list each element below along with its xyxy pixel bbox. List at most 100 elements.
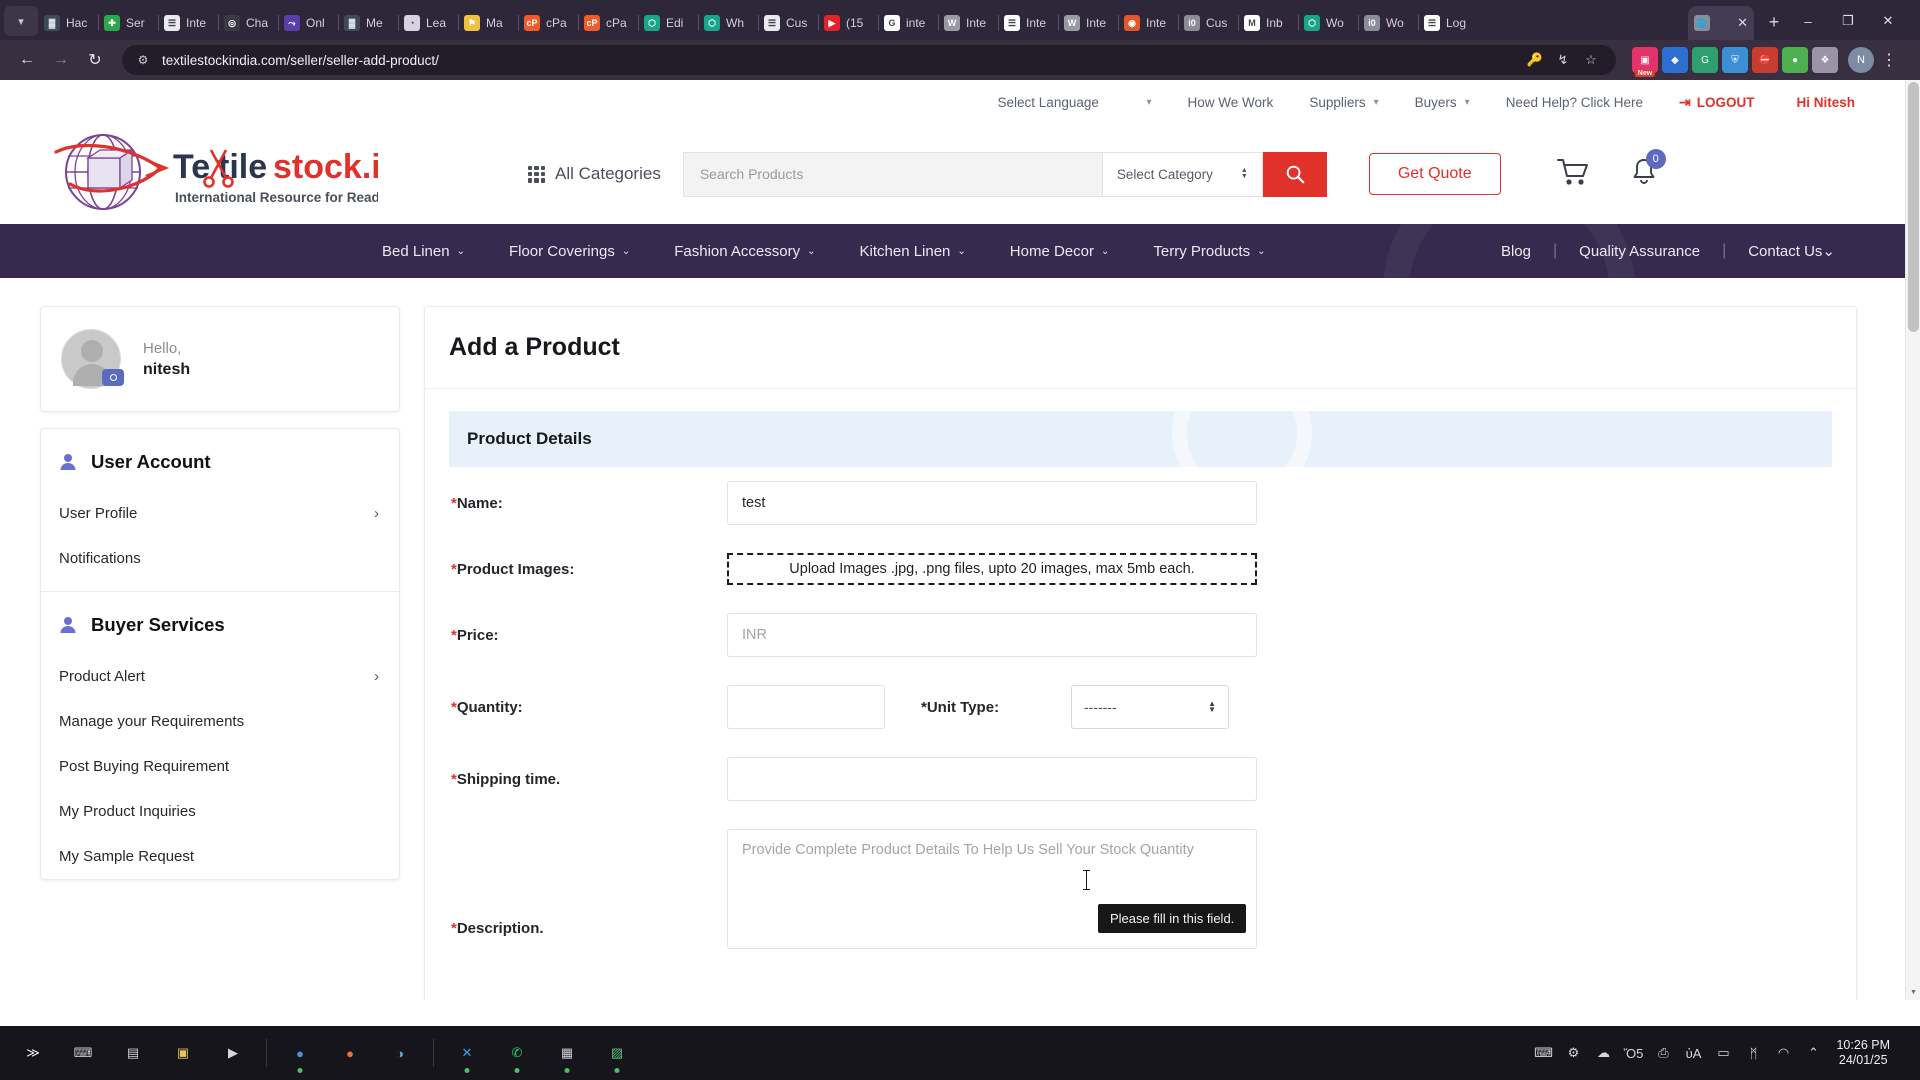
unit-type-select[interactable]: ------- ▲ ▼ — [1071, 685, 1229, 729]
browser-tab[interactable]: ◎ Cha — [218, 6, 278, 40]
logout-button[interactable]: ⇥ LOGOUT — [1661, 94, 1772, 111]
nav-cat-home-decor[interactable]: Home Decor ⌄ — [988, 243, 1132, 260]
site-settings-icon[interactable]: ⚙ — [134, 51, 152, 69]
browser-tab[interactable]: ▓ Hac — [38, 6, 98, 40]
browser-tab[interactable]: ἱ0 Cus — [1178, 6, 1238, 40]
sidebar-item-product-alert[interactable]: Product Alert › — [41, 654, 399, 699]
terminal[interactable]: ▶ — [211, 1031, 255, 1075]
browser-tab[interactable]: ☰ Cus — [758, 6, 818, 40]
nav-suppliers[interactable]: Suppliers ▾ — [1291, 95, 1396, 110]
firefox-browser[interactable]: ● — [328, 1031, 372, 1075]
url-input[interactable]: ⚙ textilestockindia.com/seller/seller-ad… — [122, 45, 1616, 75]
app-folder[interactable]: ▤ — [111, 1031, 155, 1075]
wifi-icon[interactable]: ◠ — [1768, 1038, 1798, 1068]
start-button[interactable]: ≫ — [11, 1031, 55, 1075]
cart-icon[interactable] — [1556, 158, 1589, 191]
puzzle-extension-icon[interactable]: ❖ — [1812, 47, 1838, 73]
all-categories-button[interactable]: All Categories — [528, 164, 661, 184]
cloud-icon[interactable]: ☁ — [1588, 1038, 1618, 1068]
taskbar-clock[interactable]: 10:26 PM 24/01/25 — [1828, 1038, 1902, 1068]
browser-tab-active[interactable]: 🌐 ✕ — [1688, 6, 1754, 40]
browser-tab[interactable]: ☰ Inte — [998, 6, 1058, 40]
user-greeting[interactable]: Hi Nitesh — [1772, 95, 1855, 110]
nav-cat-kitchen-linen[interactable]: Kitchen Linen ⌄ — [838, 243, 988, 260]
browser-tab[interactable]: cP cPa — [578, 6, 638, 40]
browser-tab[interactable]: ⚑ Ma — [458, 6, 518, 40]
close-icon[interactable]: ✕ — [1737, 15, 1748, 31]
maximize-button[interactable]: ❐ — [1828, 8, 1868, 34]
green-extension-icon[interactable]: ● — [1782, 47, 1808, 73]
adblock-extension-icon[interactable]: ⛔ — [1752, 47, 1778, 73]
sidebar-item-post-buying-requirement[interactable]: Post Buying Requirement — [41, 744, 399, 789]
nav-cat-bed-linen[interactable]: Bed Linen ⌄ — [360, 243, 487, 260]
browser-tab[interactable]: ⬡ Wo — [1298, 6, 1358, 40]
sidebar-item-manage-your-requirements[interactable]: Manage your Requirements — [41, 699, 399, 744]
name-input[interactable]: test — [727, 481, 1257, 525]
printer-icon[interactable]: ⎙ — [1648, 1038, 1678, 1068]
tab-search-button[interactable]: ▾ — [4, 6, 38, 36]
calendar-icon[interactable]: Ὄ5 — [1618, 1038, 1648, 1068]
browser-tab[interactable]: ▶ (15 — [818, 6, 878, 40]
volume-icon[interactable]: ὐA — [1678, 1038, 1708, 1068]
browser-tab[interactable]: M Inb — [1238, 6, 1298, 40]
shipping-time-input[interactable] — [727, 757, 1257, 801]
install-app-icon[interactable]: ↯ — [1550, 47, 1576, 73]
browser-menu-button[interactable]: ⋮ — [1874, 45, 1904, 75]
new-tab-button[interactable]: + — [1760, 8, 1788, 36]
camera-icon[interactable] — [102, 369, 124, 386]
minimize-button[interactable]: – — [1788, 8, 1828, 34]
battery-icon[interactable]: ▭ — [1708, 1038, 1738, 1068]
back-button[interactable]: ← — [12, 45, 42, 75]
sidebar-item-user-profile[interactable]: User Profile › — [41, 491, 399, 536]
browser-tab[interactable]: W Inte — [938, 6, 998, 40]
description-textarea[interactable]: Provide Complete Product Details To Help… — [727, 829, 1257, 949]
paint-app[interactable]: ◑ — [378, 1031, 422, 1075]
nav-blog[interactable]: Blog — [1479, 243, 1553, 260]
nav-buyers[interactable]: Buyers ▾ — [1397, 95, 1488, 110]
search-taskbar[interactable]: ⌨ — [61, 1031, 105, 1075]
blue-extension-icon[interactable]: ◆ — [1662, 47, 1688, 73]
nav-quality-assurance[interactable]: Quality Assurance — [1557, 243, 1722, 260]
reload-button[interactable]: ↻ — [80, 45, 110, 75]
browser-tab[interactable]: ◔ Lea — [398, 6, 458, 40]
product-images-upload[interactable]: Upload Images .jpg, .png files, upto 20 … — [727, 553, 1257, 585]
bookmark-star-icon[interactable]: ☆ — [1578, 47, 1604, 73]
avatar[interactable] — [61, 329, 124, 389]
sidebar-item-my-product-inquiries[interactable]: My Product Inquiries — [41, 789, 399, 834]
browser-tab[interactable]: ⤳ Onl — [278, 6, 338, 40]
close-window-button[interactable]: ✕ — [1868, 8, 1908, 34]
nav-cat-floor-coverings[interactable]: Floor Coverings ⌄ — [487, 243, 652, 260]
shield-extension-icon[interactable]: ⛨ — [1722, 47, 1748, 73]
site-logo[interactable]: Te tile stock.in International Resource … — [48, 134, 448, 214]
browser-tab[interactable]: cP cPa — [518, 6, 578, 40]
price-input[interactable]: INR — [727, 613, 1257, 657]
chevron-up-icon[interactable]: ⌃ — [1798, 1038, 1828, 1068]
profile-avatar[interactable]: N — [1848, 47, 1874, 73]
quantity-input[interactable] — [727, 685, 885, 729]
browser-tab[interactable]: ☰ Log — [1418, 6, 1478, 40]
browser-tab[interactable]: W Inte — [1058, 6, 1118, 40]
search-input[interactable]: Search Products — [682, 151, 1103, 197]
page-scrollbar[interactable]: ▲ ▼ — [1905, 80, 1920, 1000]
browser-tab[interactable]: ☰ Inte — [158, 6, 218, 40]
browser-tab[interactable]: ▓ Me — [338, 6, 398, 40]
browser-tab[interactable]: ✚ Ser — [98, 6, 158, 40]
nav-cat-terry-products[interactable]: Terry Products ⌄ — [1131, 243, 1287, 260]
nav-how-we-work[interactable]: How We Work — [1170, 95, 1292, 110]
browser-tab[interactable]: ⬡ Edi — [638, 6, 698, 40]
vscode-app[interactable]: ✕ — [445, 1031, 489, 1075]
language-selector[interactable]: Select Language ▾ — [980, 95, 1170, 110]
chrome-browser[interactable]: ● — [278, 1031, 322, 1075]
scroll-down-arrow-icon[interactable]: ▼ — [1906, 985, 1920, 1000]
scrollbar-thumb[interactable] — [1908, 82, 1919, 332]
gallery-app[interactable]: ▨ — [595, 1031, 639, 1075]
browser-tab[interactable]: ἱ0 Wo — [1358, 6, 1418, 40]
forward-button[interactable]: → — [46, 45, 76, 75]
nav-cat-fashion-accessory[interactable]: Fashion Accessory ⌄ — [652, 243, 837, 260]
sidebar-item-my-sample-request[interactable]: My Sample Request — [41, 834, 399, 879]
browser-tab[interactable]: ⬡ Wh — [698, 6, 758, 40]
password-key-icon[interactable]: 🔑 — [1522, 47, 1548, 73]
keyboard-icon[interactable]: ⌨ — [1528, 1038, 1558, 1068]
get-quote-button[interactable]: Get Quote — [1368, 153, 1501, 195]
instagram-extension-icon[interactable]: ▣ New — [1632, 47, 1658, 77]
